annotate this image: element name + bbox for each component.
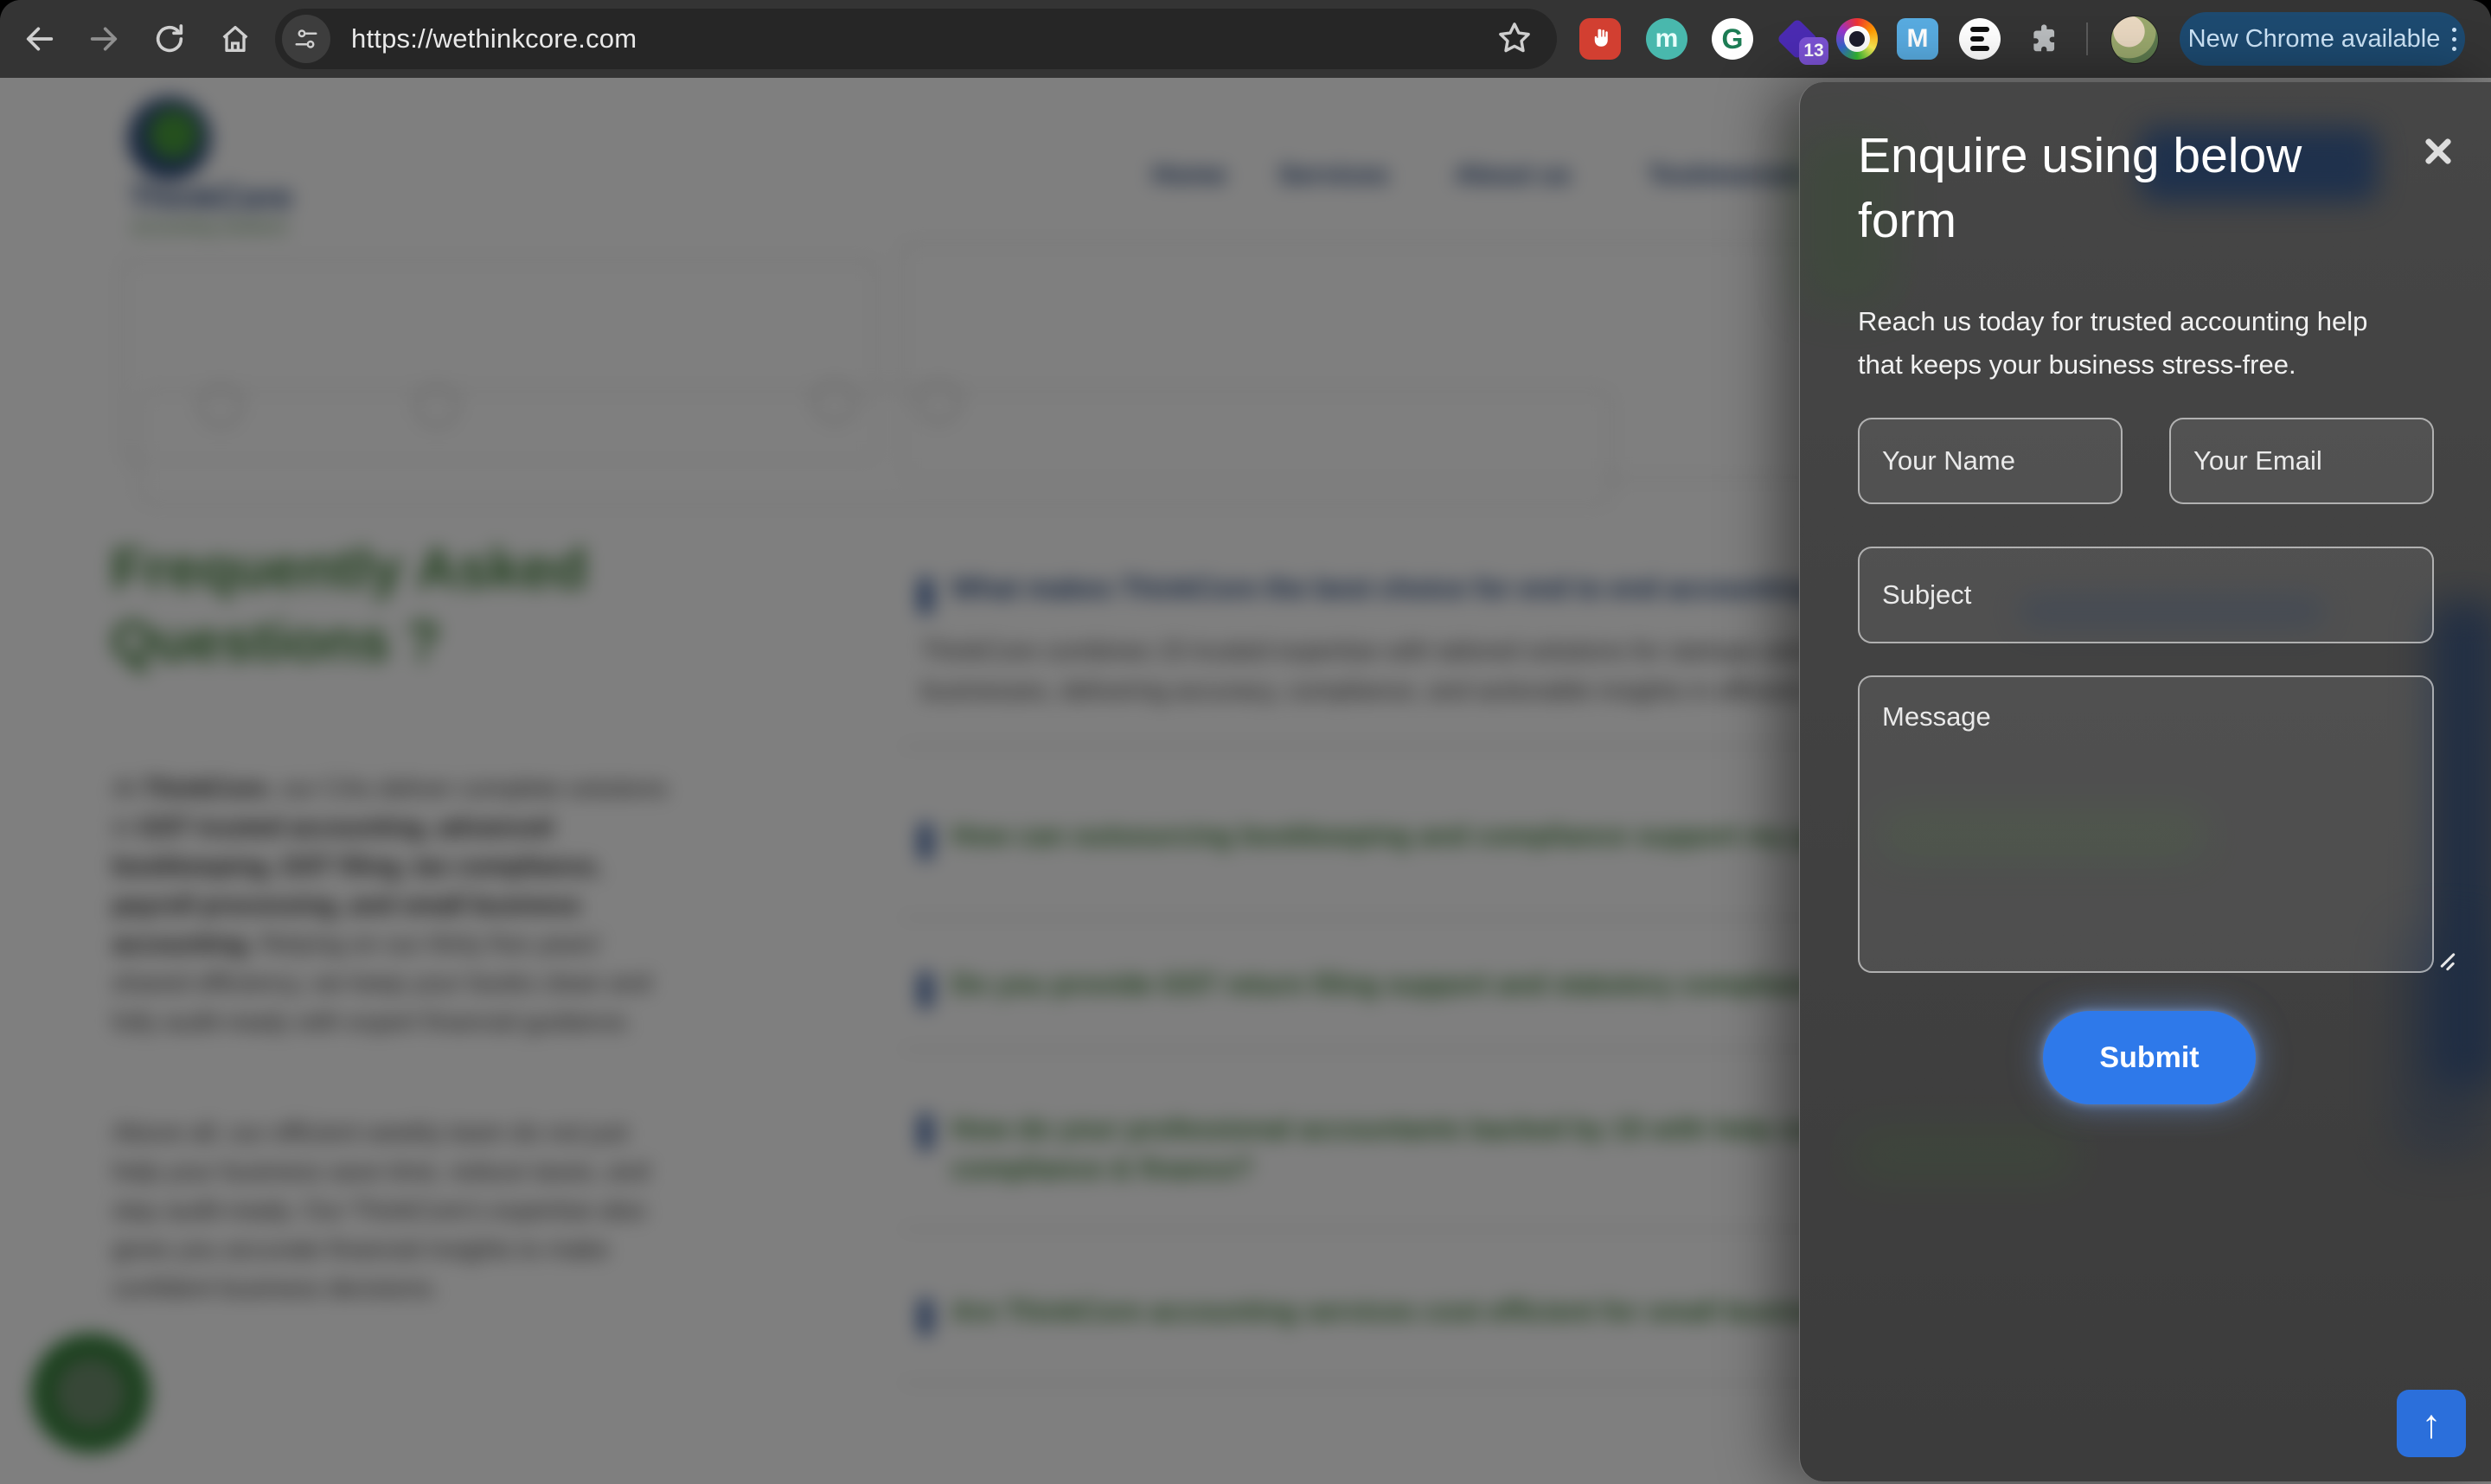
browser-window: https://wethinkcore.com m G 13 M New Chr… — [0, 0, 2491, 1484]
new-chrome-button[interactable]: New Chrome available — [2180, 12, 2465, 66]
extension-diamond-icon[interactable]: 13 — [1777, 18, 1818, 60]
message-textarea[interactable] — [1858, 675, 2434, 973]
extension-badge: 13 — [1799, 37, 1828, 65]
forward-button[interactable] — [83, 18, 125, 60]
panel-subtitle: Reach us today for trusted accounting he… — [1858, 300, 2403, 386]
kebab-menu-icon[interactable] — [2452, 28, 2456, 51]
browser-toolbar: https://wethinkcore.com m G 13 M New Chr… — [0, 0, 2491, 78]
url-text: https://wethinkcore.com — [351, 23, 637, 54]
blur-artifact — [2430, 601, 2491, 1085]
back-button[interactable] — [19, 18, 61, 60]
extension-m-icon[interactable]: m — [1646, 18, 1687, 60]
up-arrow-icon: ↑ — [2422, 1400, 2442, 1447]
email-input[interactable] — [2169, 418, 2434, 504]
enquiry-panel: Enquire using below form Reach us today … — [1799, 82, 2491, 1481]
resize-handle-icon[interactable] — [2437, 949, 2459, 971]
url-bar[interactable]: https://wethinkcore.com — [275, 9, 1557, 69]
grammarly-icon[interactable]: G — [1712, 18, 1753, 60]
reload-button[interactable] — [149, 18, 190, 60]
submit-button[interactable]: Submit — [2043, 1011, 2256, 1104]
subject-input[interactable] — [1858, 547, 2434, 643]
panel-title: Enquire using below form — [1858, 124, 2377, 253]
home-button[interactable] — [215, 18, 256, 60]
close-icon[interactable] — [2419, 132, 2457, 170]
adblock-icon[interactable] — [1579, 18, 1621, 60]
mail-extension-icon[interactable]: M — [1897, 18, 1938, 60]
stripes-extension-icon[interactable] — [1959, 18, 2001, 60]
name-input[interactable] — [1858, 418, 2123, 504]
blur-artifact — [1852, 1129, 2077, 1180]
extensions-puzzle-icon[interactable] — [2024, 18, 2065, 60]
scroll-to-top-button[interactable]: ↑ — [2397, 1390, 2466, 1457]
bookmark-star-icon[interactable] — [1495, 18, 1534, 62]
toolbar-divider — [2086, 22, 2088, 55]
profile-avatar[interactable] — [2110, 16, 2159, 64]
site-settings-icon[interactable] — [282, 15, 330, 63]
new-chrome-label: New Chrome available — [2188, 25, 2441, 54]
camera-extension-icon[interactable] — [1836, 18, 1878, 60]
